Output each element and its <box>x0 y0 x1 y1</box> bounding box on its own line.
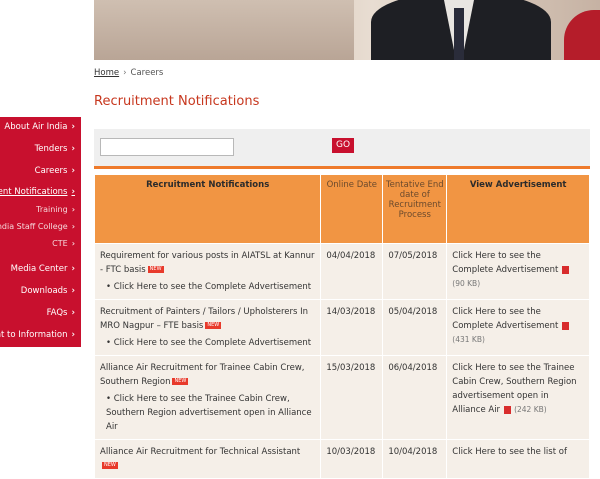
view-advertisement-link[interactable]: Click Here to see the Complete Advertise… <box>452 307 558 331</box>
view-advertisement-link[interactable]: Click Here to see the list of <box>452 447 567 457</box>
breadcrumb-home-link[interactable]: Home <box>94 68 119 78</box>
sidebar-item-label: Training <box>36 205 68 214</box>
header-view-advertisement: View Advertisement <box>447 175 589 243</box>
breadcrumb: Home › Careers <box>94 68 163 78</box>
chevron-right-icon: › <box>71 122 75 132</box>
page-title: Recruitment Notifications <box>94 94 260 109</box>
table-row: Recruitment of Painters / Tailors / Upho… <box>95 300 589 355</box>
table-row: Alliance Air Recruitment for Trainee Cab… <box>95 356 589 439</box>
sidebar-item-cte[interactable]: CTE › <box>52 239 75 248</box>
row-view-cell: Click Here to see the list of <box>447 440 589 478</box>
chevron-right-icon: › <box>71 222 75 231</box>
sidebar-item-label: Downloads <box>20 286 68 296</box>
table-row: Alliance Air Recruitment for Technical A… <box>95 440 589 478</box>
row-title: Alliance Air Recruitment for Trainee Cab… <box>100 363 305 387</box>
sidebar-item-label: FAQs <box>46 308 68 318</box>
breadcrumb-current: Careers <box>130 68 164 78</box>
pdf-icon <box>504 405 512 414</box>
row-view-cell: Click Here to see the Complete Advertise… <box>447 244 589 299</box>
banner-wall <box>94 0 354 60</box>
sidebar-item-careers[interactable]: Careers › <box>35 166 75 176</box>
row-end-date: 05/04/2018 <box>383 300 447 355</box>
chevron-right-icon: › <box>71 286 75 296</box>
header-end-date: Tentative End date of Recruitment Proces… <box>383 175 447 243</box>
row-advertisement-link[interactable]: Click Here to see the Trainee Cabin Crew… <box>106 392 315 434</box>
file-size: (90 KB) <box>452 279 481 288</box>
sidebar-item-training[interactable]: Training › <box>36 205 75 214</box>
pdf-icon <box>562 321 570 330</box>
sidebar-item-staff-college[interactable]: India Staff College › <box>0 222 75 231</box>
row-advertisement-link[interactable]: Click Here to see the Complete Advertise… <box>106 280 315 294</box>
row-online-date: 10/03/2018 <box>321 440 383 478</box>
new-badge: NEW <box>205 322 222 329</box>
table-header-row: Recruitment Notifications Online Date Te… <box>95 175 589 243</box>
header-notifications: Recruitment Notifications <box>95 175 321 243</box>
row-notification-cell: Alliance Air Recruitment for Trainee Cab… <box>95 356 321 439</box>
banner-woman <box>564 10 600 60</box>
file-size: (431 KB) <box>452 335 485 344</box>
chevron-right-icon: › <box>71 187 75 197</box>
row-notification-cell: Alliance Air Recruitment for Technical A… <box>95 440 321 478</box>
search-bar: GO <box>94 129 590 169</box>
row-notification-cell: Requirement for various posts in AIATSL … <box>95 244 321 299</box>
row-end-date: 10/04/2018 <box>383 440 447 478</box>
sidebar-item-tenders[interactable]: Tenders › <box>35 144 75 154</box>
chevron-right-icon: › <box>71 205 75 214</box>
row-online-date: 04/04/2018 <box>321 244 383 299</box>
sidebar-item-label: CTE <box>52 239 68 248</box>
sidebar-item-label: Media Center <box>10 264 68 274</box>
search-input[interactable] <box>100 138 234 156</box>
row-end-date: 07/05/2018 <box>383 244 447 299</box>
banner-tie <box>454 8 464 60</box>
row-view-cell: Click Here to see the Trainee Cabin Crew… <box>447 356 589 439</box>
sidebar-item-about[interactable]: About Air India › <box>4 122 75 132</box>
chevron-right-icon: › <box>71 308 75 318</box>
new-badge: NEW <box>172 378 189 385</box>
sidebar-item-recruitment[interactable]: ment Notifications› <box>0 187 75 197</box>
row-title: Recruitment of Painters / Tailors / Upho… <box>100 307 309 331</box>
sidebar: About Air India› Tenders› Careers› ment … <box>0 117 81 347</box>
row-online-date: 15/03/2018 <box>321 356 383 439</box>
row-notification-cell: Recruitment of Painters / Tailors / Upho… <box>95 300 321 355</box>
new-badge: NEW <box>102 462 118 469</box>
breadcrumb-separator: › <box>123 68 127 78</box>
view-advertisement-link[interactable]: Click Here to see the Complete Advertise… <box>452 251 558 275</box>
chevron-down-icon: › <box>71 166 75 176</box>
sidebar-item-faqs[interactable]: FAQs › <box>47 308 75 318</box>
row-end-date: 06/04/2018 <box>383 356 447 439</box>
row-online-date: 14/03/2018 <box>321 300 383 355</box>
row-view-cell: Click Here to see the Complete Advertise… <box>447 300 589 355</box>
go-button[interactable]: GO <box>332 138 354 153</box>
sidebar-item-label: ght to Information <box>0 330 68 340</box>
sidebar-item-rti[interactable]: ght to Information› <box>0 330 75 340</box>
row-title: Alliance Air Recruitment for Technical A… <box>100 447 301 457</box>
chevron-right-icon: › <box>71 264 75 274</box>
recruitment-table: Recruitment Notifications Online Date Te… <box>94 174 590 479</box>
sidebar-item-media[interactable]: Media Center › <box>11 264 75 274</box>
header-online-date: Online Date <box>321 175 383 243</box>
row-advertisement-link[interactable]: Click Here to see the Complete Advertise… <box>106 336 315 350</box>
pdf-icon <box>562 265 570 274</box>
row-title: Requirement for various posts in AIATSL … <box>100 251 315 275</box>
sidebar-item-label: Careers <box>34 166 68 176</box>
new-badge: NEW <box>147 266 164 273</box>
sidebar-item-label: India Staff College <box>0 222 68 231</box>
sidebar-item-label: About Air India <box>4 122 68 132</box>
chevron-right-icon: › <box>71 144 75 154</box>
chevron-right-icon: › <box>71 239 75 248</box>
file-size: (242 KB) <box>514 405 547 414</box>
sidebar-item-label: ment Notifications <box>0 187 68 197</box>
sidebar-item-label: Tenders <box>34 144 68 154</box>
table-row: Requirement for various posts in AIATSL … <box>95 244 589 299</box>
banner-image <box>94 0 600 60</box>
sidebar-item-downloads[interactable]: Downloads › <box>21 286 75 296</box>
chevron-right-icon: › <box>71 330 75 340</box>
